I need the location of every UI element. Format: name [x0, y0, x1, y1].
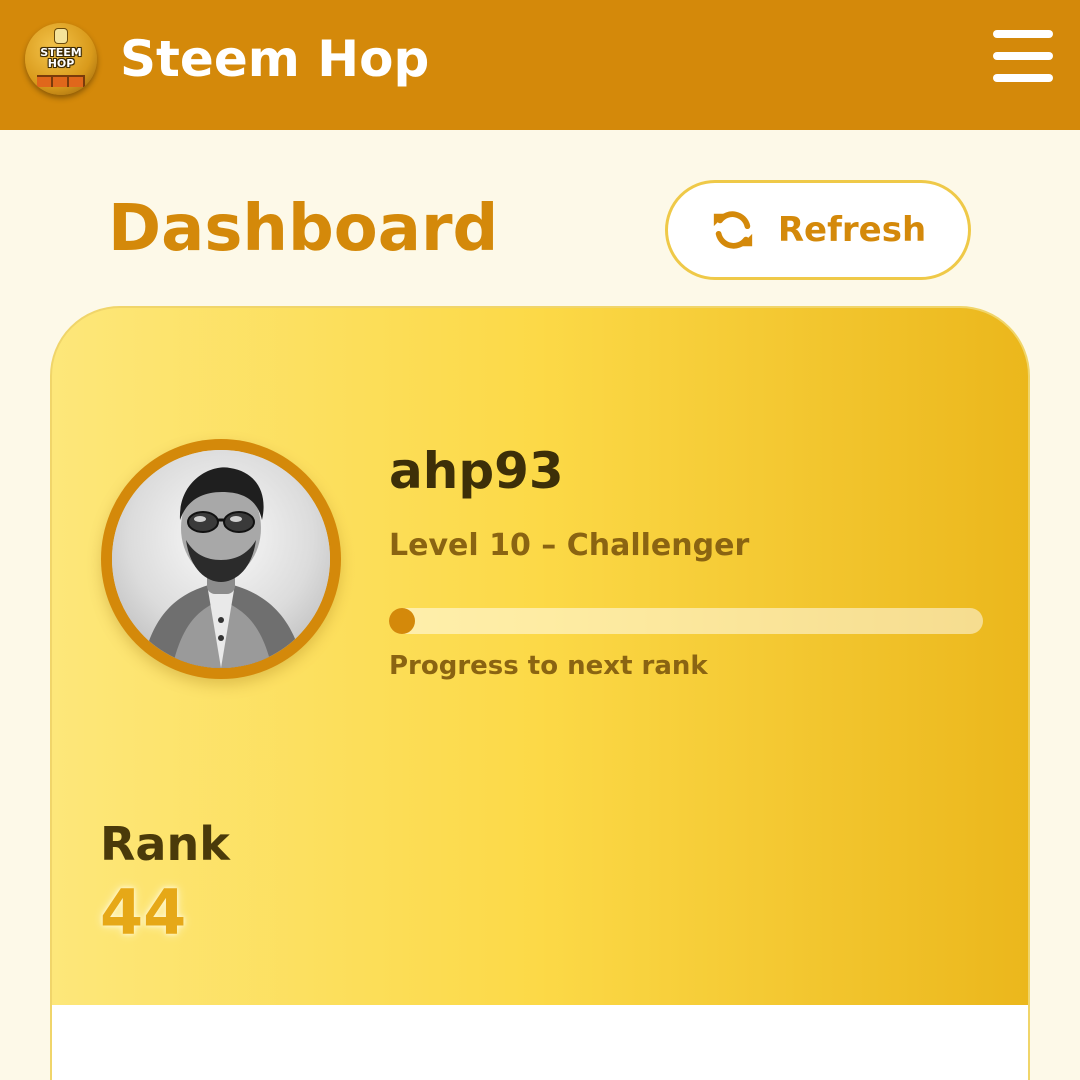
app-header: STEEM HOP Steem Hop [0, 0, 1080, 130]
user-portrait-icon [112, 450, 330, 668]
page: STEEM HOP Steem Hop Dashboard Refresh ah… [0, 0, 1080, 1080]
chick-icon [55, 29, 67, 43]
rank-value: 44 [100, 876, 187, 949]
hamburger-menu-icon[interactable] [990, 28, 1056, 88]
bricks-icon [37, 75, 85, 87]
page-title: Dashboard [108, 192, 499, 266]
menu-bar-middle [993, 52, 1053, 60]
username: ahp93 [389, 442, 564, 500]
avatar-ring [101, 439, 341, 679]
card-lower-panel [52, 1005, 1028, 1080]
rank-progress-fill [389, 608, 415, 634]
app-title[interactable]: Steem Hop [120, 28, 429, 90]
logo-text: STEEM HOP [40, 46, 82, 70]
profile-card: ahp93 Level 10 – Challenger Progress to … [50, 306, 1030, 1080]
level-text: Level 10 – Challenger [389, 528, 750, 563]
steem-hop-logo[interactable]: STEEM HOP [25, 23, 97, 95]
sync-arrows-icon [713, 211, 753, 249]
avatar[interactable] [112, 450, 330, 668]
progress-caption: Progress to next rank [389, 651, 708, 681]
refresh-button[interactable]: Refresh [665, 180, 971, 280]
menu-bar-bottom [993, 74, 1053, 82]
rank-progress-bar [389, 608, 983, 634]
menu-bar-top [993, 30, 1053, 38]
refresh-label: Refresh [777, 210, 927, 250]
rank-label: Rank [100, 817, 230, 871]
